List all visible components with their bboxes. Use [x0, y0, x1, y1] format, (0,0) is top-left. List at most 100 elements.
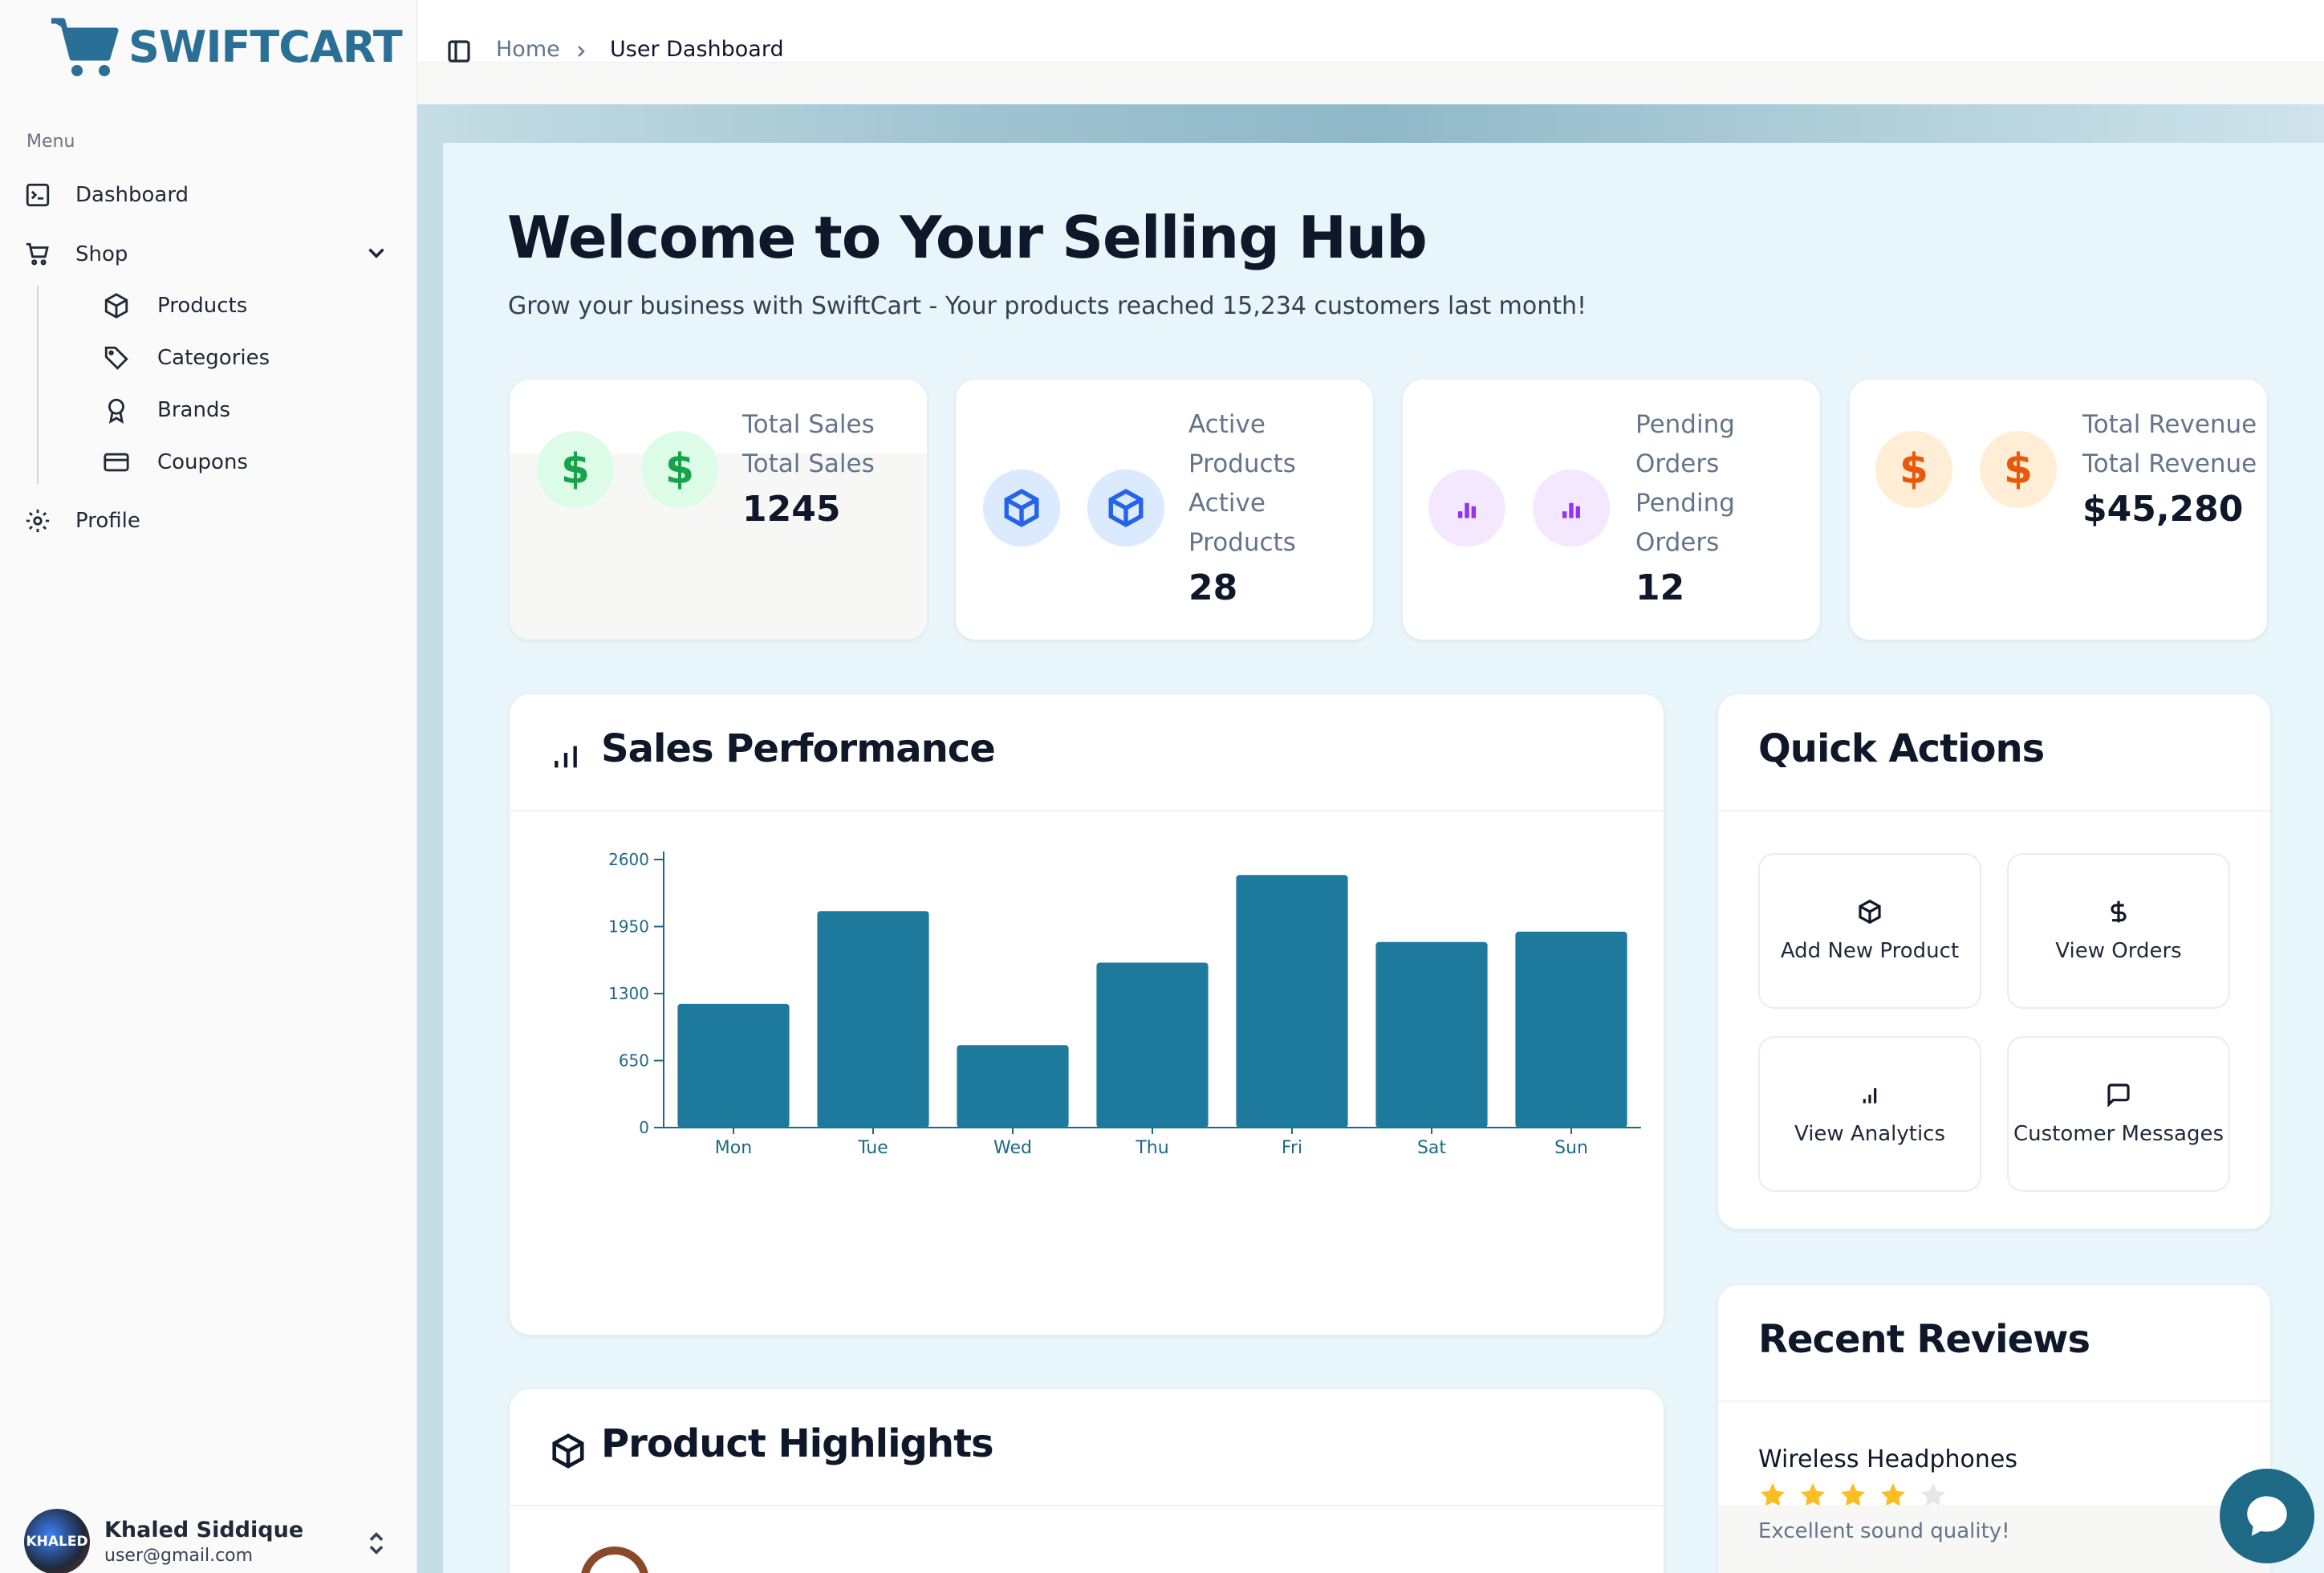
- review-product: Wireless Headphones: [1758, 1445, 2018, 1473]
- stat-label: Pending Orders: [1635, 489, 1735, 557]
- card-header: Quick Actions: [1718, 694, 2270, 811]
- card-title: Sales Performance: [601, 726, 996, 771]
- sales-performance-card: Sales Performance 0 650 1300 1950 2600 Mon Tue…: [509, 693, 1664, 1335]
- sidebar-item-profile[interactable]: Profile: [24, 501, 140, 541]
- user-name: Khaled Siddique: [104, 1518, 304, 1543]
- page-subtitle: Grow your business with SwiftCart - Your…: [508, 292, 1587, 320]
- quick-action-label: Customer Messages: [2013, 1122, 2224, 1146]
- y-tick-label: 1300: [608, 984, 649, 1003]
- package-icon: [983, 469, 1060, 547]
- bar-sat[interactable]: [1375, 941, 1488, 1128]
- package-icon: [552, 1433, 584, 1469]
- sidebar-item-label: Shop: [75, 242, 128, 266]
- chevron-down-icon[interactable]: [363, 239, 390, 266]
- card-title: Recent Reviews: [1758, 1317, 2090, 1362]
- stat-label: Pending Orders: [1635, 410, 1735, 478]
- bar-mon[interactable]: [677, 1003, 790, 1128]
- header-band: [417, 63, 2324, 104]
- product-image: [580, 1547, 649, 1573]
- cart-icon: [26, 242, 49, 266]
- stat-label: Total Revenue: [2082, 449, 2257, 478]
- dollar-icon: $: [1875, 431, 1952, 508]
- quick-action-label: View Analytics: [1794, 1122, 1946, 1146]
- tag-icon: [104, 346, 128, 370]
- customer-messages-button[interactable]: Customer Messages: [2007, 1036, 2230, 1192]
- stat-card-active-products: Active Products Active Products 28: [955, 379, 1374, 640]
- breadcrumb-home[interactable]: Home: [496, 37, 560, 62]
- card-header: Sales Performance: [510, 694, 1664, 811]
- sidebar-item-label: Coupons: [157, 450, 248, 474]
- stat-value: $45,280: [2082, 489, 2244, 530]
- logo[interactable]: SWIFTCART: [48, 13, 403, 80]
- sidebar-item-label: Dashboard: [75, 183, 189, 207]
- bar-thu[interactable]: [1096, 962, 1209, 1128]
- stat-value: 1245: [742, 489, 841, 530]
- stat-label: Active Products: [1188, 489, 1296, 557]
- sidebar-item-label: Categories: [157, 346, 270, 370]
- card-header: Product Highlights: [510, 1389, 1664, 1506]
- sidebar-item-categories[interactable]: Categories: [103, 338, 270, 378]
- bar-sun[interactable]: [1515, 931, 1627, 1128]
- add-new-product-button[interactable]: Add New Product: [1758, 853, 1981, 1009]
- sidebar-item-shop[interactable]: Shop: [24, 234, 128, 274]
- award-icon: [108, 398, 124, 424]
- bar-fri[interactable]: [1236, 875, 1348, 1128]
- sidebar-item-label: Profile: [75, 509, 140, 533]
- sidebar-item-label: Products: [157, 294, 248, 318]
- quick-action-label: Add New Product: [1780, 939, 1960, 963]
- card-title: Quick Actions: [1758, 726, 2045, 771]
- user-menu[interactable]: KHALED Khaled Siddique user@gmail.com: [24, 1509, 303, 1573]
- sales-bar-chart: 0 650 1300 1950 2600 Mon Tue Wed Thu Fri Sat Sun: [608, 850, 1641, 1158]
- avatar: KHALED: [24, 1509, 90, 1573]
- submenu-line: [37, 286, 39, 485]
- dollar-icon: [2111, 900, 2127, 923]
- bar-chart-icon: [555, 746, 577, 768]
- x-tick-label: Sat: [1417, 1138, 1446, 1158]
- package-icon: [104, 293, 128, 319]
- package-icon: [1087, 469, 1164, 547]
- message-square-icon: [2107, 1083, 2130, 1108]
- card-title: Product Highlights: [601, 1421, 994, 1466]
- sidebar-item-coupons[interactable]: Coupons: [103, 442, 248, 482]
- dollar-icon: $: [537, 431, 614, 508]
- sidebar-toggle-icon[interactable]: [446, 39, 472, 64]
- sidebar: SWIFTCART Menu Dashboard Shop Products C…: [0, 0, 417, 1573]
- gear-icon: [26, 509, 50, 533]
- stat-card-total-sales: $ $ Total Sales Total Sales 1245: [509, 379, 928, 640]
- quick-action-label: View Orders: [2055, 939, 2182, 963]
- stat-label: Total Sales: [742, 410, 875, 439]
- stat-card-total-revenue: $ $ Total Revenue Total Revenue $45,280: [1849, 379, 2268, 640]
- sidebar-item-label: Brands: [157, 398, 230, 422]
- chat-bubble-icon: [2247, 1496, 2287, 1536]
- view-analytics-button[interactable]: View Analytics: [1758, 1036, 1981, 1192]
- y-tick-label: 650: [619, 1051, 649, 1071]
- recent-reviews-card: Recent Reviews Wireless Headphones Excel…: [1717, 1284, 2271, 1573]
- package-icon: [1859, 899, 1881, 925]
- sidebar-item-dashboard[interactable]: Dashboard: [24, 175, 189, 215]
- bar-wed[interactable]: [957, 1045, 1069, 1128]
- stat-label: Total Revenue: [2082, 410, 2257, 439]
- chevrons-up-down-icon[interactable]: [363, 1530, 390, 1557]
- x-tick-label: Tue: [857, 1138, 888, 1158]
- y-tick-label: 1950: [608, 917, 649, 937]
- cart-logo-icon: [51, 18, 119, 76]
- breadcrumb-current: User Dashboard: [610, 37, 784, 62]
- sidebar-item-brands[interactable]: Brands: [103, 390, 230, 430]
- x-tick-label: Mon: [715, 1138, 752, 1158]
- x-tick-label: Sun: [1554, 1138, 1588, 1158]
- dollar-icon: $: [1980, 431, 2057, 508]
- card-header: Recent Reviews: [1718, 1285, 2270, 1402]
- chevron-right-icon: [578, 46, 585, 57]
- chat-button[interactable]: [2220, 1469, 2314, 1563]
- bar-tue[interactable]: [817, 911, 929, 1128]
- review-text: Excellent sound quality!: [1758, 1519, 2010, 1543]
- quick-actions-card: Quick Actions Add New Product View Order…: [1717, 693, 2271, 1230]
- sidebar-item-products[interactable]: Products: [103, 286, 247, 326]
- stat-card-pending-orders: Pending Orders Pending Orders 12: [1402, 379, 1821, 640]
- y-tick-label: 2600: [608, 850, 649, 869]
- y-tick-label: 0: [639, 1118, 649, 1137]
- view-orders-button[interactable]: View Orders: [2007, 853, 2230, 1009]
- user-email: user@gmail.com: [104, 1546, 254, 1566]
- menu-label: Menu: [26, 132, 75, 152]
- terminal-square-icon: [26, 183, 50, 207]
